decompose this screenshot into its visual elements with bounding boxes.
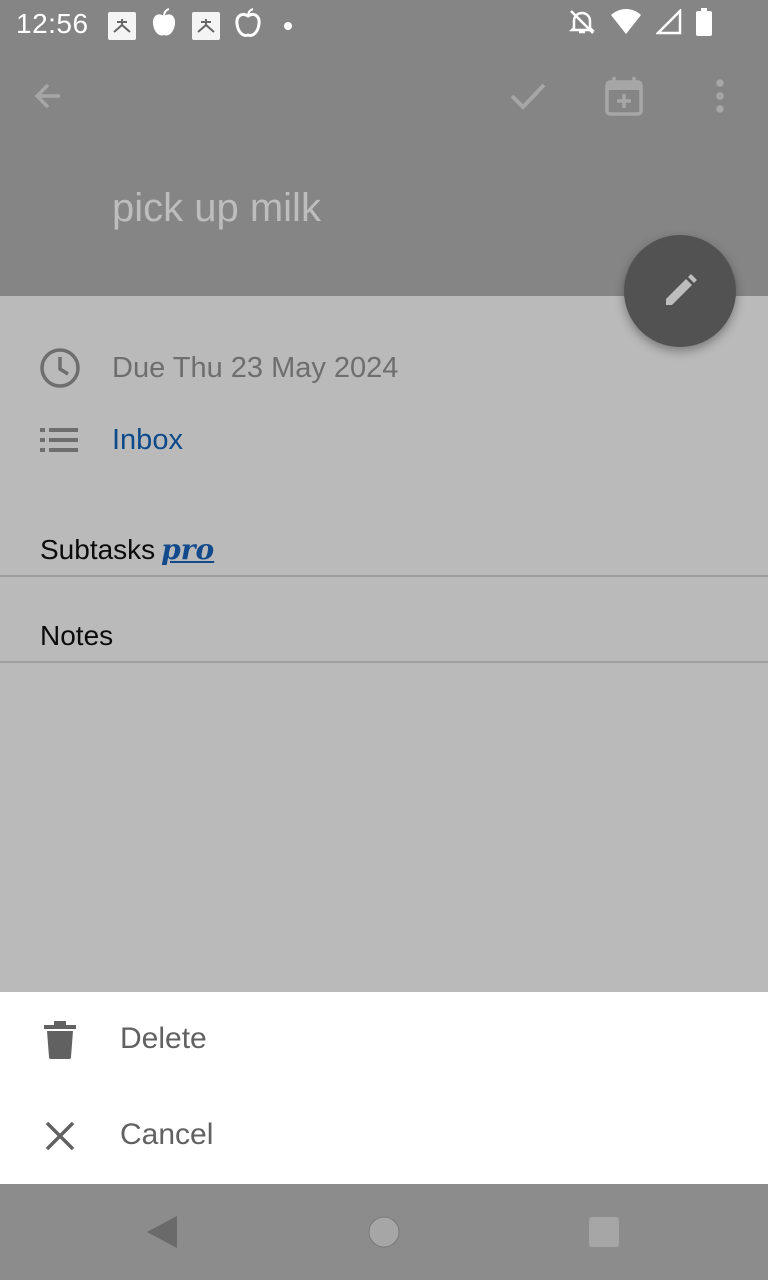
- wifi-icon: [610, 9, 642, 40]
- apple-bitten-icon: [234, 8, 262, 43]
- calendar-add-icon: [605, 77, 643, 116]
- clock-icon: [38, 346, 82, 390]
- nav-back-button[interactable]: [138, 1208, 186, 1256]
- notes-section[interactable]: Notes: [40, 620, 113, 652]
- subtasks-section[interactable]: Subtasks pro: [40, 533, 214, 566]
- action-bottom-sheet: Delete Cancel: [0, 992, 768, 1184]
- list-icon: [38, 418, 82, 462]
- arrow-back-icon: [34, 83, 60, 109]
- status-bar: 12:56: [0, 0, 768, 48]
- system-nav-bar: [0, 1184, 768, 1280]
- nav-recents-icon: [589, 1217, 619, 1247]
- trash-icon: [36, 1016, 84, 1064]
- battery-icon: [696, 8, 712, 41]
- more-options-button[interactable]: [696, 72, 744, 120]
- notes-divider: [0, 661, 768, 663]
- task-title[interactable]: pick up milk: [112, 186, 321, 231]
- delete-label: Delete: [120, 1022, 207, 1055]
- nav-back-icon: [147, 1216, 177, 1248]
- notification-icons: [108, 8, 292, 43]
- edit-pencil-icon: [666, 274, 697, 305]
- signal-icon: [654, 7, 682, 40]
- complete-task-button[interactable]: [504, 72, 552, 120]
- check-icon: [510, 83, 546, 110]
- app-icon-2: [192, 11, 220, 40]
- close-icon: [36, 1112, 84, 1160]
- alarm-off-icon: [568, 8, 596, 41]
- nav-home-icon: [368, 1216, 400, 1248]
- delete-menu-item[interactable]: Delete: [0, 992, 768, 1088]
- cancel-label: Cancel: [120, 1118, 214, 1151]
- more-vert-icon: [716, 79, 724, 113]
- due-date-text: Due Thu 23 May 2024: [112, 351, 399, 384]
- subtasks-divider: [0, 575, 768, 577]
- back-button[interactable]: [24, 72, 72, 120]
- status-time: 12:56: [16, 8, 89, 39]
- pro-badge[interactable]: pro: [161, 533, 214, 566]
- notes-label: Notes: [40, 620, 114, 651]
- system-icons: [568, 7, 712, 41]
- nav-home-button[interactable]: [360, 1208, 408, 1256]
- nav-recents-button[interactable]: [580, 1208, 628, 1256]
- add-to-calendar-button[interactable]: [600, 72, 648, 120]
- subtasks-label: Subtasks: [40, 534, 156, 565]
- dot-icon: [284, 21, 292, 30]
- list-row[interactable]: Inbox: [0, 418, 768, 462]
- app-icon-1: [108, 11, 136, 40]
- cancel-menu-item[interactable]: Cancel: [0, 1088, 768, 1184]
- apple-icon: [150, 8, 178, 43]
- list-name[interactable]: Inbox: [112, 424, 183, 457]
- edit-task-fab[interactable]: [624, 235, 736, 347]
- due-date-row[interactable]: Due Thu 23 May 2024: [0, 346, 768, 390]
